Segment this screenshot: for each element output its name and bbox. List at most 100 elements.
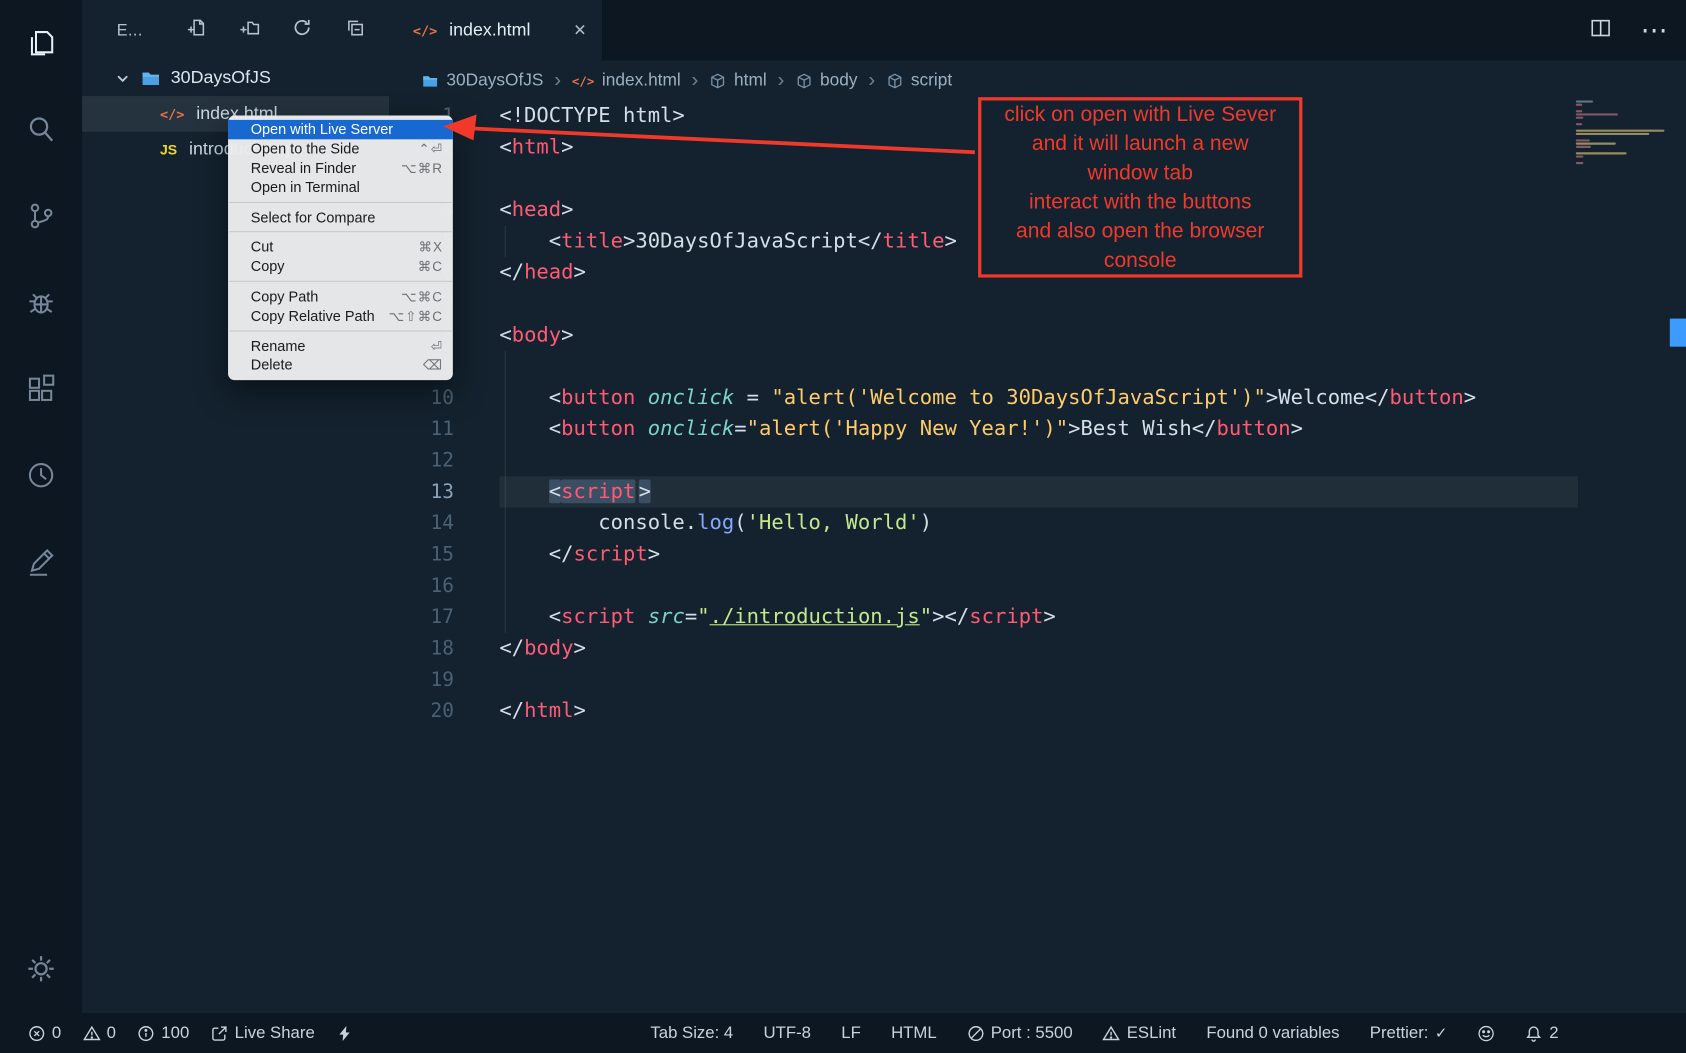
code-token: button <box>561 386 635 410</box>
more-actions-button[interactable]: ⋯ <box>1641 17 1669 44</box>
collapse-folders-button[interactable] <box>345 17 366 43</box>
circle-slash-icon <box>967 1024 984 1041</box>
status-port-5500[interactable]: Port : 5500 <box>967 1023 1073 1042</box>
code-line-9[interactable]: 9 <box>389 351 1686 382</box>
code-line-12[interactable]: 12 <box>389 445 1686 476</box>
code-line-7[interactable]: 7 <box>389 288 1686 319</box>
menu-shortcut: ⌥⌘R <box>401 160 443 176</box>
status-smiley[interactable] <box>1478 1024 1495 1041</box>
cube-icon <box>886 72 903 89</box>
folder-label: 30DaysOfJS <box>171 68 271 89</box>
status-utf-8[interactable]: UTF-8 <box>764 1023 811 1042</box>
menu-item-copy-relative-path[interactable]: Copy Relative Path⌥⇧⌘C <box>228 306 453 325</box>
new-folder-button[interactable] <box>239 17 260 43</box>
code-token: 30DaysOfJavaScript <box>635 229 858 253</box>
menu-item-open-in-terminal[interactable]: Open in Terminal <box>228 178 453 197</box>
source-control-icon <box>25 200 57 232</box>
status-lf[interactable]: LF <box>841 1023 861 1042</box>
code-line-10[interactable]: 10 <button onclick = "alert('Welcome to … <box>389 382 1686 413</box>
minimap-line <box>1576 100 1593 102</box>
indent-guide <box>505 351 506 633</box>
code-token: src <box>648 605 685 629</box>
menu-item-label: Open to the Side <box>251 141 419 157</box>
menu-item-copy[interactable]: Copy⌘C <box>228 257 453 276</box>
code-line-14[interactable]: 14 console.log('Hello, World') <box>389 508 1686 539</box>
code-line-18[interactable]: 18</body> <box>389 633 1686 664</box>
line-number: 17 <box>389 602 454 633</box>
explorer-header: E... <box>82 0 389 60</box>
close-icon[interactable]: ✕ <box>573 21 587 40</box>
code-line-16[interactable]: 16 <box>389 570 1686 601</box>
menu-item-open-to-the-side[interactable]: Open to the Side⌃⏎ <box>228 139 453 158</box>
chevron-right-icon: › <box>868 70 875 91</box>
breadcrumb-body[interactable]: body <box>795 71 857 90</box>
code-line-15[interactable]: 15 </script> <box>389 539 1686 570</box>
activitybar-search[interactable] <box>0 86 82 172</box>
code-token: > <box>561 135 573 159</box>
chevron-right-icon: › <box>778 70 785 91</box>
activitybar-settings[interactable] <box>0 935 82 1002</box>
status-html[interactable]: HTML <box>891 1023 937 1042</box>
activitybar-run-debug[interactable] <box>0 259 82 345</box>
breadcrumb-index-html[interactable]: </>index.html <box>572 71 681 90</box>
code-token <box>635 386 647 410</box>
refresh-explorer-button[interactable] <box>292 17 313 43</box>
status-eslint[interactable]: ESLint <box>1103 1023 1176 1042</box>
live-share-icon <box>211 1024 228 1041</box>
menu-item-label: Copy Path <box>251 288 401 304</box>
status-prettier[interactable]: Prettier:✓ <box>1370 1023 1448 1042</box>
tab-label: index.html <box>449 20 530 41</box>
code-token: head <box>524 260 573 284</box>
minimap-line <box>1576 123 1583 125</box>
activitybar-explorer[interactable] <box>0 0 82 86</box>
code-line-17[interactable]: 17 <script src="./introduction.js"></scr… <box>389 602 1686 633</box>
code-token: > <box>623 229 635 253</box>
status-tab-size-4[interactable]: Tab Size: 4 <box>650 1023 733 1042</box>
menu-item-rename[interactable]: Rename⏎ <box>228 336 453 355</box>
code-line-8[interactable]: 8<body> <box>389 320 1686 351</box>
code-text: <!DOCTYPE html> <box>499 100 684 131</box>
activitybar-timeline[interactable] <box>0 432 82 518</box>
code-line-13[interactable]: 13 <script> <box>389 476 1686 507</box>
status-label: Port : 5500 <box>991 1023 1073 1042</box>
new-file-button[interactable] <box>186 17 207 43</box>
menu-item-reveal-in-finder[interactable]: Reveal in Finder⌥⌘R <box>228 158 453 177</box>
activitybar-source-control[interactable] <box>0 173 82 259</box>
status-100[interactable]: 100 <box>138 1023 190 1042</box>
menu-item-label: Rename <box>251 338 431 354</box>
tab-index-html[interactable]: </> index.html ✕ <box>389 0 602 60</box>
annotation-text: click on open with Live Sever <box>1004 100 1276 129</box>
minimap-line <box>1576 139 1590 141</box>
overview-ruler-marker[interactable] <box>1670 319 1686 347</box>
menu-shortcut: ⌫ <box>423 357 443 373</box>
code-line-20[interactable]: 20</html> <box>389 696 1686 727</box>
activitybar-feedback[interactable] <box>0 518 82 604</box>
breadcrumb-html[interactable]: html <box>709 71 767 90</box>
line-number: 20 <box>389 696 454 727</box>
code-token: script <box>561 605 635 629</box>
breadcrumb-script[interactable]: script <box>886 71 952 90</box>
menu-item-select-for-compare[interactable]: Select for Compare <box>228 208 453 227</box>
code-line-11[interactable]: 11 <button onclick="alert('Happy New Yea… <box>389 414 1686 445</box>
folder-30daysofjs[interactable]: 30DaysOfJS <box>82 60 389 96</box>
status-2[interactable]: 2 <box>1525 1023 1558 1042</box>
code-line-19[interactable]: 19 <box>389 664 1686 695</box>
status-0[interactable]: 0 <box>83 1023 116 1042</box>
annotation-text: window tab <box>1004 158 1276 187</box>
split-editor-button[interactable] <box>1589 16 1613 45</box>
line-number: 12 <box>389 445 454 476</box>
status-lightning[interactable] <box>336 1024 353 1041</box>
minimap[interactable] <box>1576 100 1667 164</box>
breadcrumb-30daysofjs[interactable]: 30DaysOfJS <box>422 71 544 90</box>
menu-item-delete[interactable]: Delete⌫ <box>228 355 453 374</box>
code-token <box>499 480 548 504</box>
status-0[interactable]: 0 <box>28 1023 61 1042</box>
menu-item-copy-path[interactable]: Copy Path⌥⌘C <box>228 287 453 306</box>
chevron-right-icon: › <box>692 70 699 91</box>
menu-item-open-with-live-server[interactable]: Open with Live Server <box>228 120 453 139</box>
menu-item-cut[interactable]: Cut⌘X <box>228 238 453 257</box>
status-found-0-variables[interactable]: Found 0 variables <box>1206 1023 1339 1042</box>
activitybar-extensions[interactable] <box>0 346 82 432</box>
status-live-share[interactable]: Live Share <box>211 1023 315 1042</box>
code-token: >Best Wish</ <box>1068 417 1216 441</box>
